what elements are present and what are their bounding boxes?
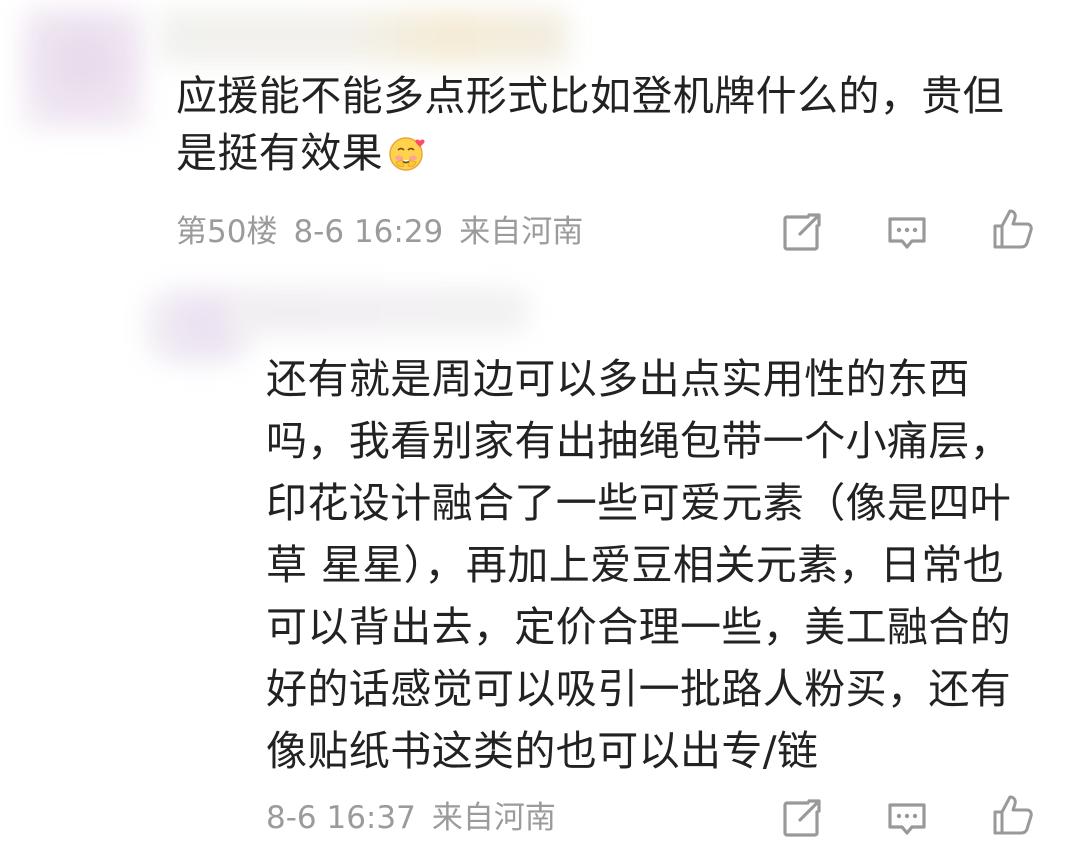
share-icon[interactable] bbox=[778, 796, 824, 842]
username[interactable] bbox=[230, 288, 530, 334]
comment-meta: 8-6 16:37 来自河南 bbox=[266, 798, 572, 838]
location: 来自河南 bbox=[431, 800, 556, 836]
username[interactable] bbox=[160, 10, 568, 64]
thumbs-up-icon[interactable] bbox=[990, 792, 1036, 838]
thumbs-up-icon[interactable] bbox=[990, 206, 1036, 252]
blushing-smile-emoji bbox=[387, 131, 427, 171]
comment-icon[interactable] bbox=[884, 796, 930, 842]
timestamp: 8-6 16:37 bbox=[266, 800, 416, 836]
comment-text: 应援能不能多点形式比如登机牌什么的，贵但 是挺有效果 bbox=[176, 68, 1036, 182]
comment-text-line: 是挺有效果 bbox=[176, 129, 383, 177]
floor-number: 第50楼 bbox=[176, 214, 278, 250]
timestamp: 8-6 16:29 bbox=[293, 214, 444, 250]
comment-meta: 第50楼 8-6 16:29 来自河南 bbox=[176, 212, 599, 252]
avatar[interactable] bbox=[22, 8, 144, 130]
share-icon[interactable] bbox=[778, 210, 824, 256]
comment-text: 还有就是周边可以多出点实用性的东西 吗，我看别家有出抽绳包带一个小痛层， 印花设… bbox=[266, 355, 1012, 775]
location: 来自河南 bbox=[459, 214, 584, 250]
comment-icon[interactable] bbox=[884, 210, 930, 256]
comment-text-line: 应援能不能多点形式比如登机牌什么的，贵但 bbox=[176, 72, 1004, 120]
